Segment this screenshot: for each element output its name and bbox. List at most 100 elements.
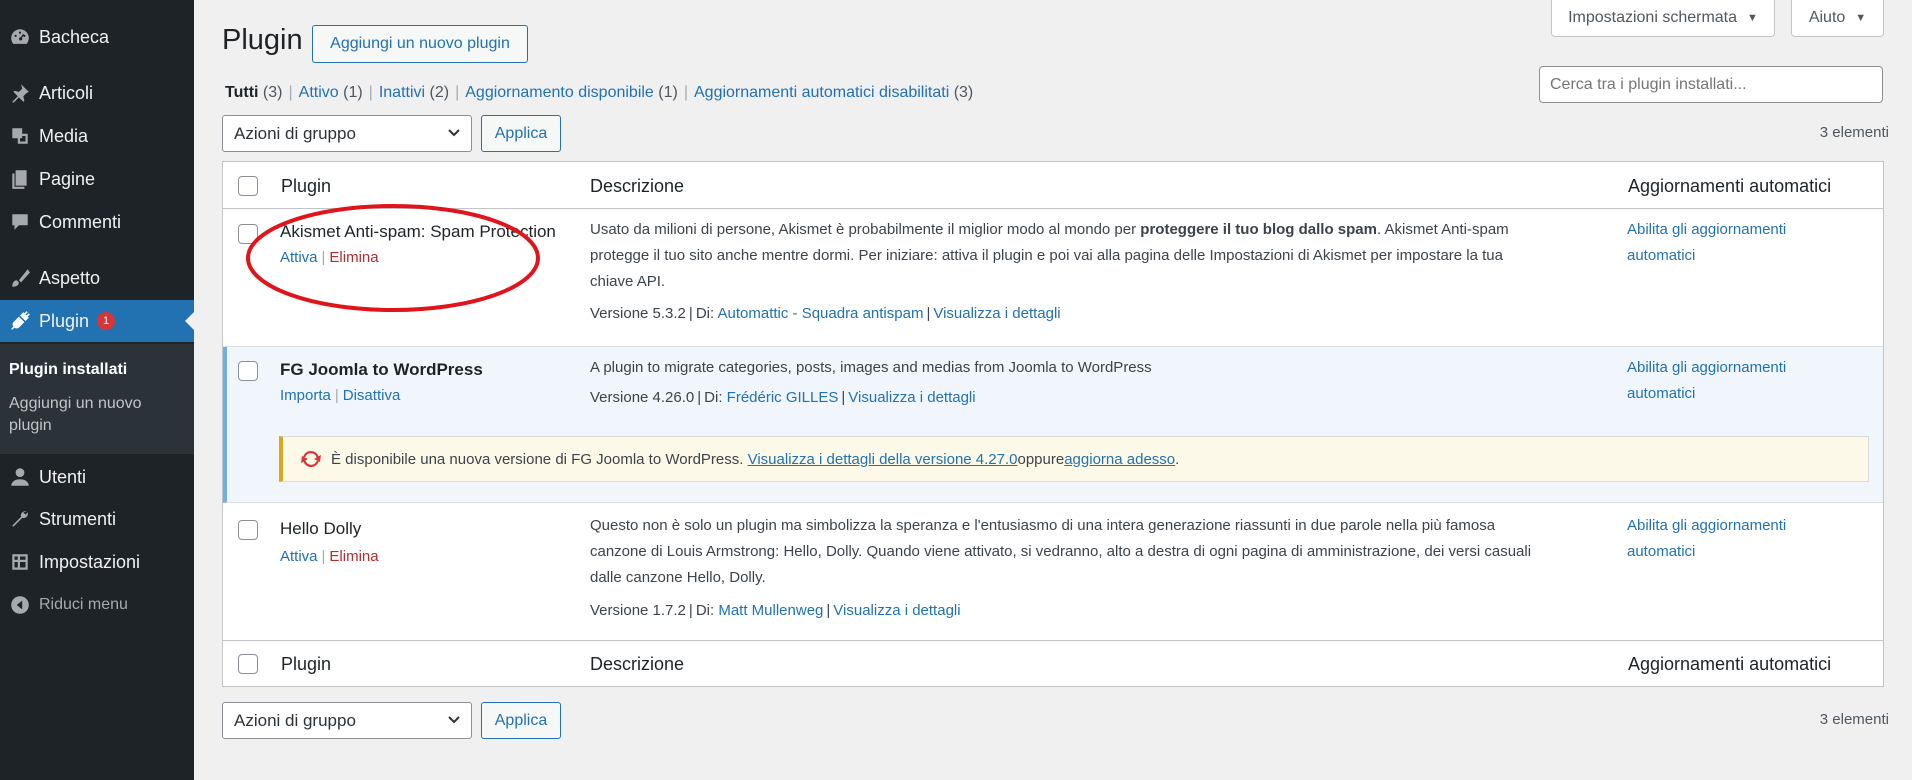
collapse-icon xyxy=(0,594,39,616)
filter-all[interactable]: Tutti (3) xyxy=(225,84,282,102)
tools-icon xyxy=(0,508,39,530)
settings-icon xyxy=(0,551,39,573)
table-row: FG Joomla to WordPress Importa | Disattiva… xyxy=(223,347,1883,503)
deactivate-link[interactable]: Disattiva xyxy=(343,387,401,404)
column-description: Descrizione xyxy=(590,176,685,196)
enable-auto-updates-link[interactable]: Abilita gli aggiornamenti automatici xyxy=(1627,513,1786,565)
delete-link[interactable]: Elimina xyxy=(329,548,378,565)
column-auto-updates: Aggiornamenti automatici xyxy=(1628,176,1832,196)
row-checkbox[interactable] xyxy=(238,520,258,540)
screen-options-label: Impostazioni schermata xyxy=(1568,9,1738,26)
update-now-link[interactable]: aggiorna adesso xyxy=(1064,451,1175,468)
menu-item-plugins[interactable]: Plugin 1 xyxy=(0,300,194,342)
menu-item-users[interactable]: Utenti xyxy=(0,456,194,498)
table-row: Hello Dolly Attiva | Elimina Questo non è … xyxy=(223,503,1883,641)
plugin-meta: Versione 5.3.2 | Di: Automattic - Squadra … xyxy=(590,305,1061,322)
menu-label: Pagine xyxy=(39,168,96,189)
update-count-badge: 1 xyxy=(97,312,116,330)
chevron-down-icon xyxy=(448,716,460,724)
view-details-link[interactable]: Visualizza i dettagli xyxy=(933,305,1060,322)
plugin-description: Questo non è solo un plugin ma simbolizz… xyxy=(590,517,1532,586)
bulk-actions-value: Azioni di gruppo xyxy=(234,710,356,730)
menu-label: Impostazioni xyxy=(39,551,141,572)
notice-text: È disponibile una nuova versione di FG J… xyxy=(331,450,744,468)
menu-label: Bacheca xyxy=(39,26,110,47)
users-icon xyxy=(0,466,39,488)
page-title: Plugin xyxy=(222,24,303,56)
filter-inactive[interactable]: Inattivi (2) xyxy=(379,84,449,102)
plugin-description: Usato da milioni di persone, Akismet è p… xyxy=(590,221,1509,290)
plugin-search-input[interactable] xyxy=(1539,66,1883,103)
main-content: Impostazioni schermata ▼ Aiuto ▼ Plugin Ag… xyxy=(194,0,1912,780)
comments-icon xyxy=(0,211,39,233)
column-auto-updates: Aggiornamenti automatici xyxy=(1628,654,1832,674)
menu-label: Commenti xyxy=(39,211,122,232)
enable-auto-updates-link[interactable]: Abilita gli aggiornamenti automatici xyxy=(1627,355,1786,407)
menu-label: Media xyxy=(39,125,89,146)
chevron-down-icon xyxy=(448,129,460,137)
menu-label: Articoli xyxy=(39,82,94,103)
menu-item-tools[interactable]: Strumenti xyxy=(0,498,194,540)
dropdown-arrow-icon: ▼ xyxy=(1855,12,1867,24)
add-new-plugin-button[interactable]: Aggiungi un nuovo plugin xyxy=(312,25,528,63)
plugin-name: FG Joomla to WordPress xyxy=(280,360,483,379)
paintbrush-icon xyxy=(0,267,39,289)
update-icon xyxy=(301,450,321,468)
activate-link[interactable]: Attiva xyxy=(280,548,318,565)
admin-sidebar: Bacheca Articoli Media Pagine Commenti A… xyxy=(0,0,194,780)
view-version-details-link[interactable]: Visualizza i dettagli della versione 4.2… xyxy=(748,451,1018,468)
apply-button-top[interactable]: Applica xyxy=(481,115,561,152)
plugin-actions: Attiva | Elimina xyxy=(280,548,379,565)
dashboard-icon xyxy=(0,26,39,48)
filter-auto-updates-disabled[interactable]: Aggiornamenti automatici disabilitati (3… xyxy=(694,84,973,102)
menu-label: Aspetto xyxy=(39,267,101,288)
menu-label: Plugin xyxy=(39,310,90,331)
bulk-actions-select-top[interactable]: Azioni di gruppo xyxy=(222,115,472,152)
plugins-icon xyxy=(0,310,39,332)
menu-item-posts[interactable]: Articoli xyxy=(0,72,194,114)
plugins-table: Plugin Descrizione Aggiornamenti automat… xyxy=(222,161,1884,687)
view-details-link[interactable]: Visualizza i dettagli xyxy=(848,389,975,406)
import-link[interactable]: Importa xyxy=(280,387,331,404)
bulk-actions-select-bottom[interactable]: Azioni di gruppo xyxy=(222,702,472,739)
pin-icon xyxy=(0,82,39,104)
help-label: Aiuto xyxy=(1808,9,1846,26)
dropdown-arrow-icon: ▼ xyxy=(1747,12,1758,24)
screen-options-button[interactable]: Impostazioni schermata ▼ xyxy=(1551,0,1775,37)
select-all-checkbox[interactable] xyxy=(238,176,258,196)
view-details-link[interactable]: Visualizza i dettagli xyxy=(833,602,960,619)
menu-item-dashboard[interactable]: Bacheca xyxy=(0,16,194,58)
collapse-menu-button[interactable]: Riduci menu xyxy=(0,584,194,626)
menu-item-comments[interactable]: Commenti xyxy=(0,201,194,243)
menu-label: Strumenti xyxy=(39,508,117,529)
help-button[interactable]: Aiuto ▼ xyxy=(1791,0,1884,37)
notice-text: . xyxy=(1175,450,1180,468)
plugin-actions: Importa | Disattiva xyxy=(280,387,401,404)
column-description: Descrizione xyxy=(590,654,685,674)
update-notice: È disponibile una nuova versione di FG J… xyxy=(279,436,1869,482)
submenu-add-new-plugin[interactable]: Aggiungi un nuovo plugin xyxy=(9,393,159,437)
red-annotation-ellipse xyxy=(246,204,540,312)
filter-active[interactable]: Attivo (1) xyxy=(299,84,363,102)
author-link[interactable]: Frédéric GILLES xyxy=(727,389,839,406)
menu-item-media[interactable]: Media xyxy=(0,115,194,157)
notice-text: oppure xyxy=(1017,450,1065,468)
items-count-bottom: 3 elementi xyxy=(1819,711,1889,728)
menu-label: Utenti xyxy=(39,466,87,487)
media-icon xyxy=(0,125,39,147)
select-all-checkbox-bottom[interactable] xyxy=(238,654,258,674)
menu-item-pages[interactable]: Pagine xyxy=(0,158,194,200)
menu-item-settings[interactable]: Impostazioni xyxy=(0,541,194,583)
menu-item-appearance[interactable]: Aspetto xyxy=(0,257,194,299)
enable-auto-updates-link[interactable]: Abilita gli aggiornamenti automatici xyxy=(1627,217,1786,269)
items-count-top: 3 elementi xyxy=(1819,124,1889,141)
plugin-meta: Versione 1.7.2 | Di: Matt Mullenweg | Visual… xyxy=(590,602,961,619)
apply-button-bottom[interactable]: Applica xyxy=(481,702,561,739)
plugin-meta: Versione 4.26.0 | Di: Frédéric GILLES | Visu… xyxy=(590,389,976,406)
submenu-installed-plugins[interactable]: Plugin installati xyxy=(9,359,127,381)
plugin-name: Hello Dolly xyxy=(280,519,362,538)
row-checkbox[interactable] xyxy=(238,361,258,381)
filter-update-available[interactable]: Aggiornamento disponibile (1) xyxy=(465,84,678,102)
author-link[interactable]: Matt Mullenweg xyxy=(718,602,823,619)
author-link[interactable]: Automattic - Squadra antispam xyxy=(718,305,924,322)
